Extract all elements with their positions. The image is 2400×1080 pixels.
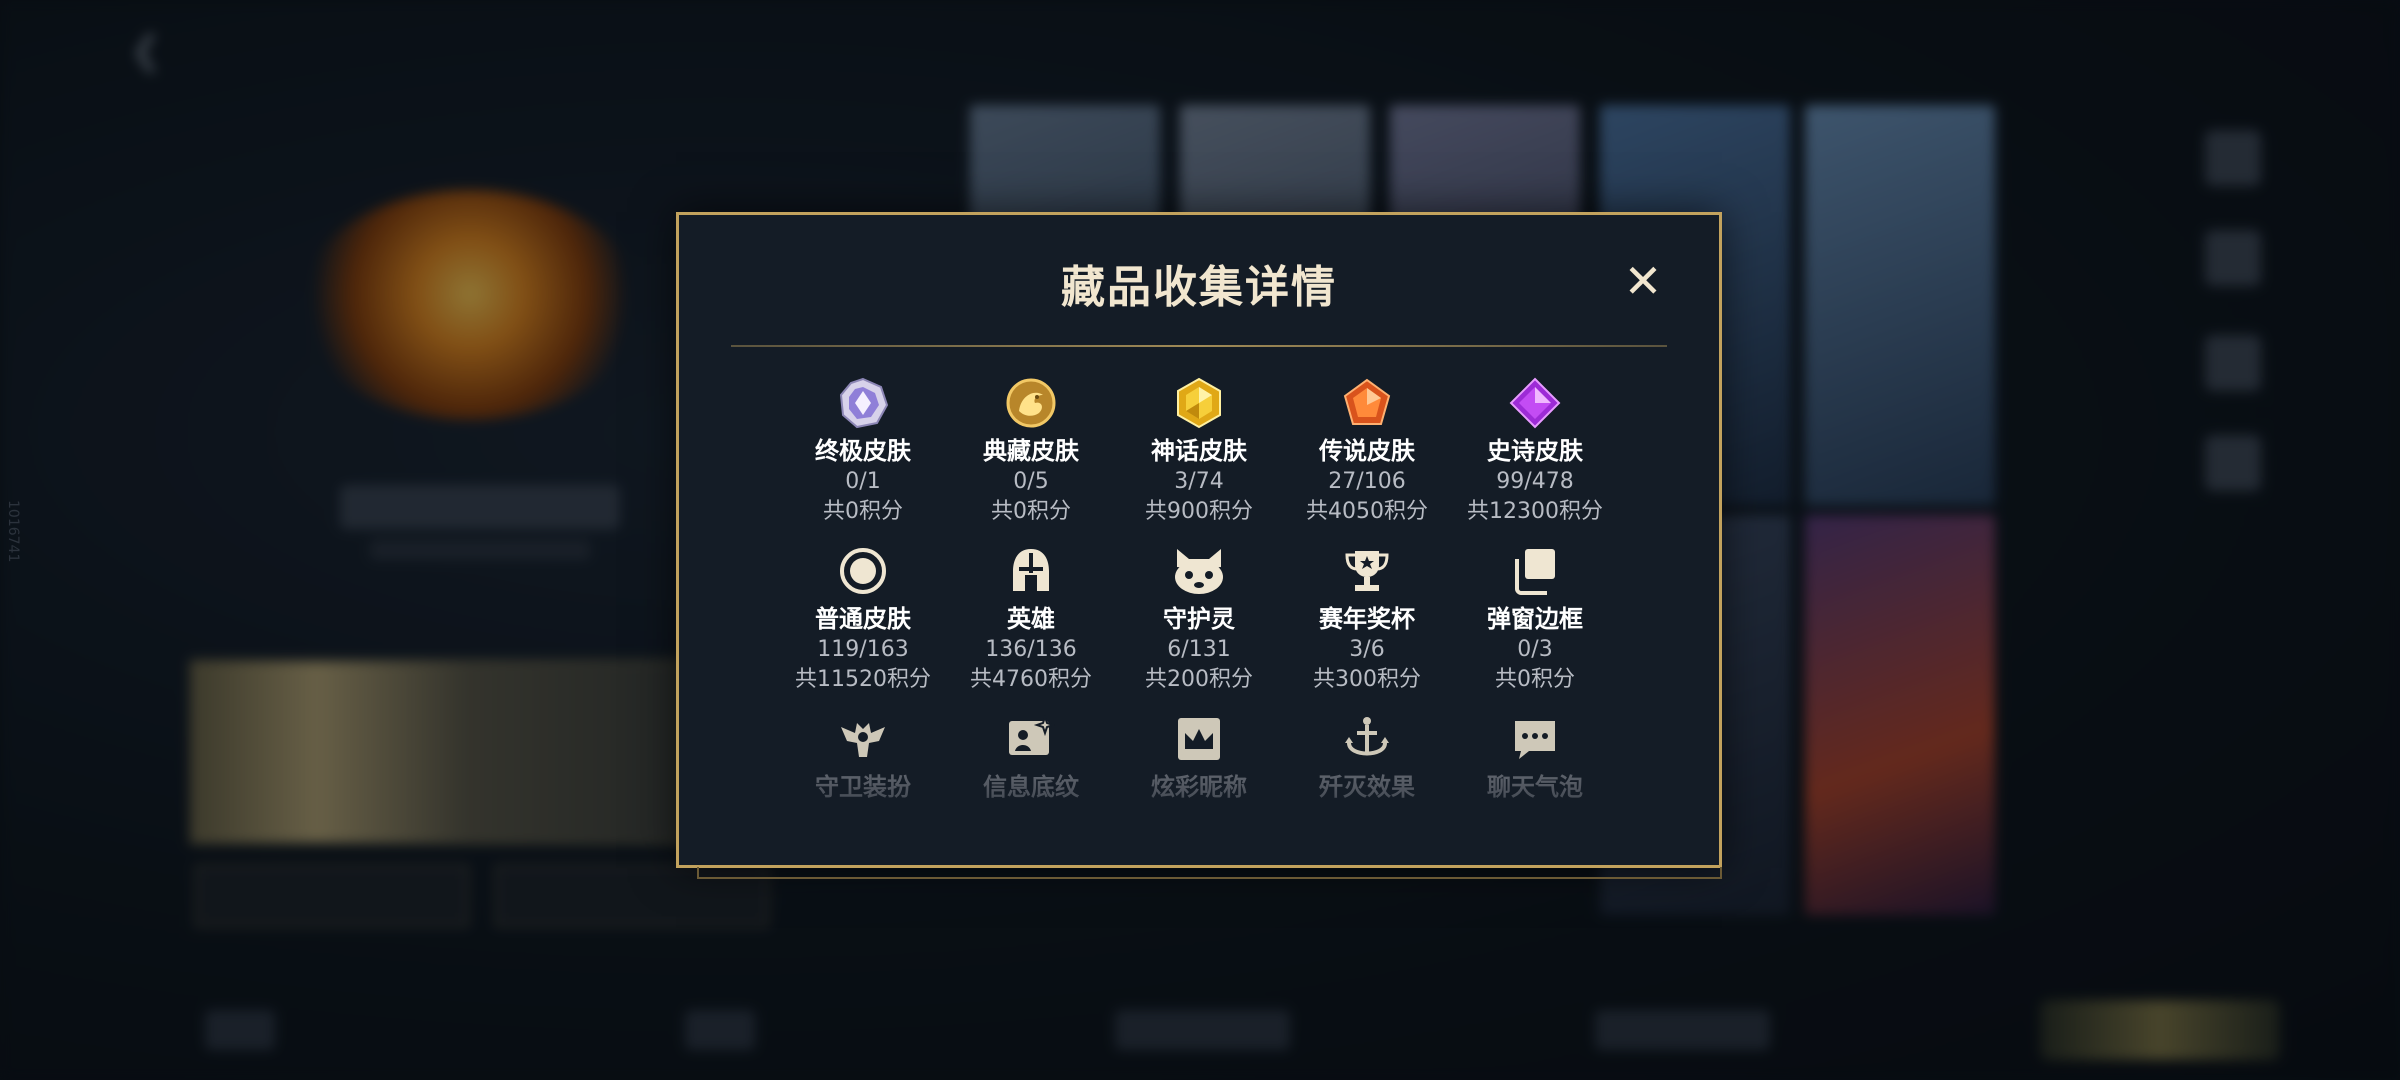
category-guard-outfit[interactable]: 守卫装扮 <box>779 711 947 863</box>
category-count: 27/106 <box>1328 469 1406 494</box>
category-name: 守卫装扮 <box>815 773 911 801</box>
category-name: 传说皮肤 <box>1319 437 1415 465</box>
category-name: 守护灵 <box>1163 605 1235 633</box>
category-annihilation-effect[interactable]: 歼灭效果 <box>1283 711 1451 863</box>
info-pattern-icon <box>1003 711 1059 767</box>
close-icon[interactable]: ✕ <box>1619 257 1667 305</box>
colorful-nickname-icon <box>1171 711 1227 767</box>
category-collection-skin[interactable]: 典藏皮肤 0/5 共0积分 <box>947 375 1115 527</box>
category-mythic-skin[interactable]: 神话皮肤 3/74 共900积分 <box>1115 375 1283 527</box>
category-count: 3/74 <box>1174 469 1224 494</box>
category-points: 共12300积分 <box>1467 499 1603 524</box>
category-count: 0/3 <box>1517 637 1553 662</box>
category-points: 共4760积分 <box>970 667 1092 692</box>
normal-skin-icon <box>835 543 891 599</box>
hero-helmet-icon <box>1003 543 1059 599</box>
guard-outfit-icon <box>835 711 891 767</box>
legendary-skin-icon <box>1339 375 1395 431</box>
annihilation-effect-icon <box>1339 711 1395 767</box>
popup-frame-icon <box>1507 543 1563 599</box>
category-count: 6/131 <box>1167 637 1231 662</box>
category-season-trophy[interactable]: 赛年奖杯 3/6 共300积分 <box>1283 543 1451 695</box>
category-name: 聊天气泡 <box>1487 773 1583 801</box>
guardian-spirit-icon <box>1171 543 1227 599</box>
category-epic-skin[interactable]: 史诗皮肤 99/478 共12300积分 <box>1451 375 1619 527</box>
category-name: 炫彩昵称 <box>1151 773 1247 801</box>
category-name: 普通皮肤 <box>815 605 911 633</box>
chat-bubble-icon <box>1507 711 1563 767</box>
category-chat-bubble[interactable]: 聊天气泡 <box>1451 711 1619 863</box>
category-name: 史诗皮肤 <box>1487 437 1583 465</box>
collection-details-modal: 藏品收集详情 ✕ 终极皮肤 0/1 共0积分 典藏皮肤 0/5 共0积分 神话皮… <box>676 212 1722 879</box>
category-points: 共300积分 <box>1313 667 1421 692</box>
category-points: 共0积分 <box>823 499 903 524</box>
modal-title: 藏品收集详情 <box>1061 262 1337 313</box>
category-count: 119/163 <box>817 637 909 662</box>
category-count: 99/478 <box>1496 469 1574 494</box>
category-name: 赛年奖杯 <box>1319 605 1415 633</box>
category-normal-skin[interactable]: 普通皮肤 119/163 共11520积分 <box>779 543 947 695</box>
category-info-pattern[interactable]: 信息底纹 <box>947 711 1115 863</box>
category-count: 3/6 <box>1349 637 1385 662</box>
mythic-skin-icon <box>1171 375 1227 431</box>
collection-skin-icon <box>1003 375 1059 431</box>
category-points: 共0积分 <box>1495 667 1575 692</box>
category-name: 信息底纹 <box>983 773 1079 801</box>
category-name: 歼灭效果 <box>1319 773 1415 801</box>
category-count: 0/5 <box>1013 469 1049 494</box>
category-count: 136/136 <box>985 637 1077 662</box>
category-name: 弹窗边框 <box>1487 605 1583 633</box>
category-name: 终极皮肤 <box>815 437 911 465</box>
category-points: 共0积分 <box>991 499 1071 524</box>
category-ultimate-skin[interactable]: 终极皮肤 0/1 共0积分 <box>779 375 947 527</box>
category-name: 英雄 <box>1007 605 1055 633</box>
category-count: 0/1 <box>845 469 881 494</box>
category-points: 共11520积分 <box>795 667 931 692</box>
category-popup-frame[interactable]: 弹窗边框 0/3 共0积分 <box>1451 543 1619 695</box>
ultimate-skin-icon <box>835 375 891 431</box>
category-name: 神话皮肤 <box>1151 437 1247 465</box>
epic-skin-icon <box>1507 375 1563 431</box>
collection-category-grid: 终极皮肤 0/1 共0积分 典藏皮肤 0/5 共0积分 神话皮肤 3/74 共9… <box>779 375 1619 863</box>
category-guardian-spirit[interactable]: 守护灵 6/131 共200积分 <box>1115 543 1283 695</box>
category-legendary-skin[interactable]: 传说皮肤 27/106 共4050积分 <box>1283 375 1451 527</box>
category-colorful-nickname[interactable]: 炫彩昵称 <box>1115 711 1283 863</box>
category-points: 共900积分 <box>1145 499 1253 524</box>
category-points: 共200积分 <box>1145 667 1253 692</box>
title-divider <box>731 345 1667 347</box>
category-name: 典藏皮肤 <box>983 437 1079 465</box>
trophy-icon <box>1339 543 1395 599</box>
category-points: 共4050积分 <box>1306 499 1428 524</box>
category-hero[interactable]: 英雄 136/136 共4760积分 <box>947 543 1115 695</box>
